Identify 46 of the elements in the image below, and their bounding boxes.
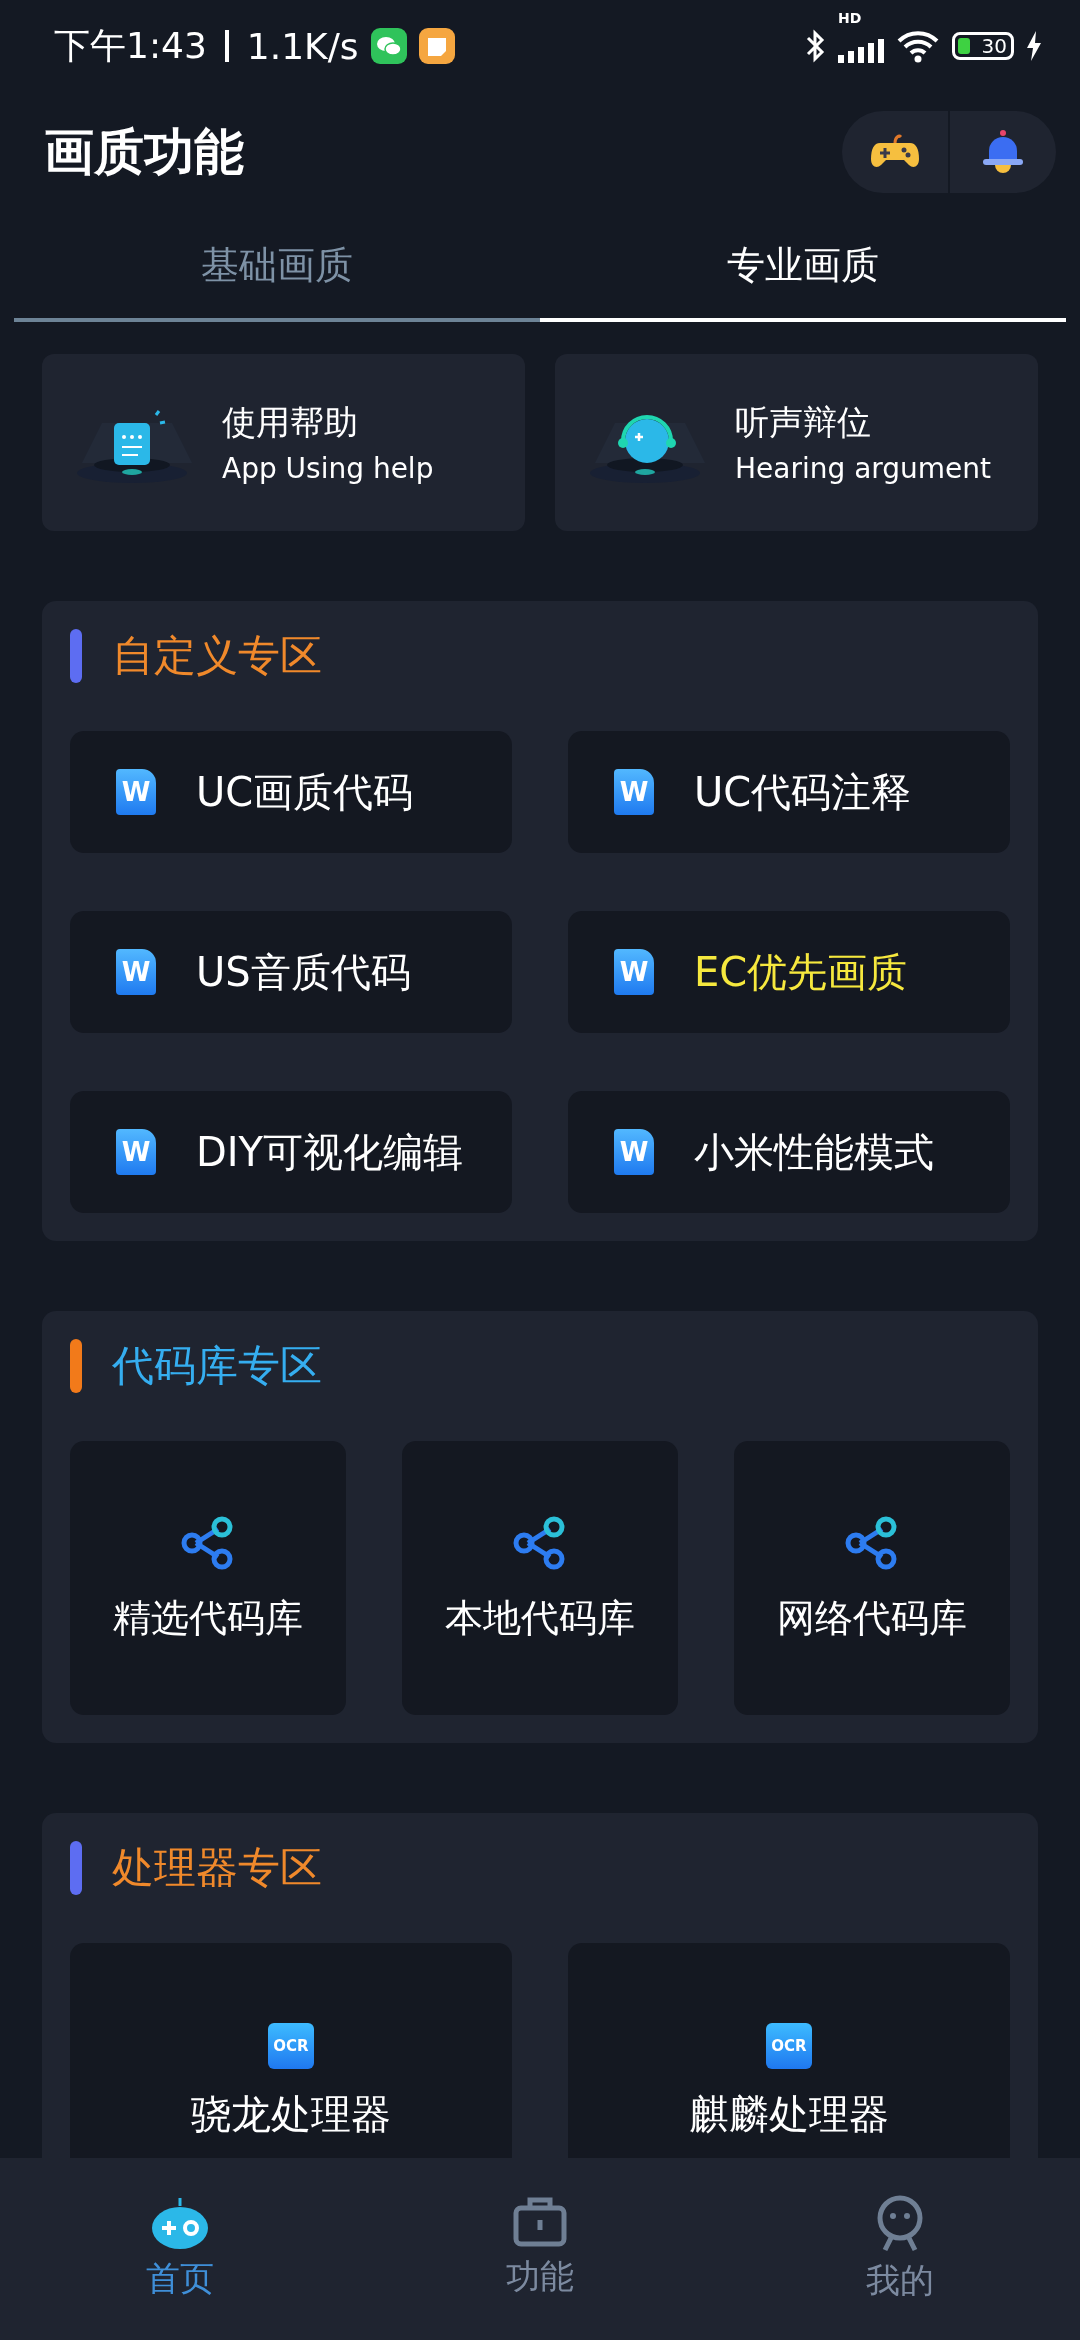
page-title: 画质功能	[44, 121, 244, 183]
menu-item[interactable]: 网络代码库	[734, 1441, 1010, 1715]
menu-item-label[interactable]: UC代码注释	[694, 764, 912, 820]
status-time: 下午1:43	[54, 23, 207, 68]
section-title: 处理器专区	[112, 1842, 322, 1894]
menu-item-label[interactable]: UC画质代码	[196, 764, 414, 820]
tab[interactable]: 基础画质	[14, 212, 540, 322]
charging-icon	[1026, 31, 1042, 61]
menu-item[interactable]: 精选代码库	[70, 1441, 346, 1715]
menu-item-label[interactable]: 小米性能模式	[694, 1124, 934, 1180]
menu-item[interactable]: OCR 骁龙处理器	[70, 1943, 512, 2158]
document-icon: W	[614, 769, 654, 815]
bluetooth-icon	[804, 28, 826, 64]
person-icon	[875, 2194, 925, 2252]
bell-icon	[981, 129, 1025, 175]
menu-item-label[interactable]: EC优先画质	[694, 944, 908, 1000]
menu-item[interactable]: 本地代码库	[402, 1441, 678, 1715]
network-speed: 1.1K/s	[246, 25, 359, 67]
signal-icon	[838, 38, 884, 63]
menu-item[interactable]: OCR 麒麟处理器	[568, 1943, 1010, 2158]
notes-app-icon	[418, 28, 455, 64]
menu-item-label[interactable]: US音质代码	[196, 944, 411, 1000]
battery-icon: 30	[952, 32, 1014, 60]
help-title: 使用帮助	[222, 401, 359, 444]
document-icon: W	[116, 1129, 156, 1175]
nav-tab[interactable]: 首页	[0, 2158, 360, 2340]
menu-item-label[interactable]: DIY可视化编辑	[196, 1124, 464, 1180]
help-subtitle: App Using help	[222, 452, 434, 485]
wifi-icon	[896, 29, 940, 63]
section-title: 自定义专区	[112, 630, 322, 682]
document-icon: W	[116, 949, 156, 995]
nav-tab[interactable]: 功能	[360, 2158, 720, 2340]
ocr-icon: OCR	[766, 2023, 812, 2069]
network-type-label: HD	[838, 9, 862, 26]
help-card[interactable]: 使用帮助 App Using help	[42, 354, 525, 531]
section-title: 代码库专区	[112, 1340, 322, 1392]
help-subtitle: Hearing argument	[735, 452, 992, 485]
tab[interactable]: 专业画质	[540, 212, 1066, 322]
document-icon: W	[614, 949, 654, 995]
document-icon: W	[116, 769, 156, 815]
nav-tab[interactable]: 我的	[720, 2158, 1080, 2340]
help-title: 听声辩位	[735, 401, 872, 444]
chat-app-icon	[370, 28, 407, 64]
ocr-icon: OCR	[268, 2023, 314, 2069]
help-card[interactable]: 听声辩位 Hearing argument	[555, 354, 1038, 531]
document-icon: W	[614, 1129, 654, 1175]
